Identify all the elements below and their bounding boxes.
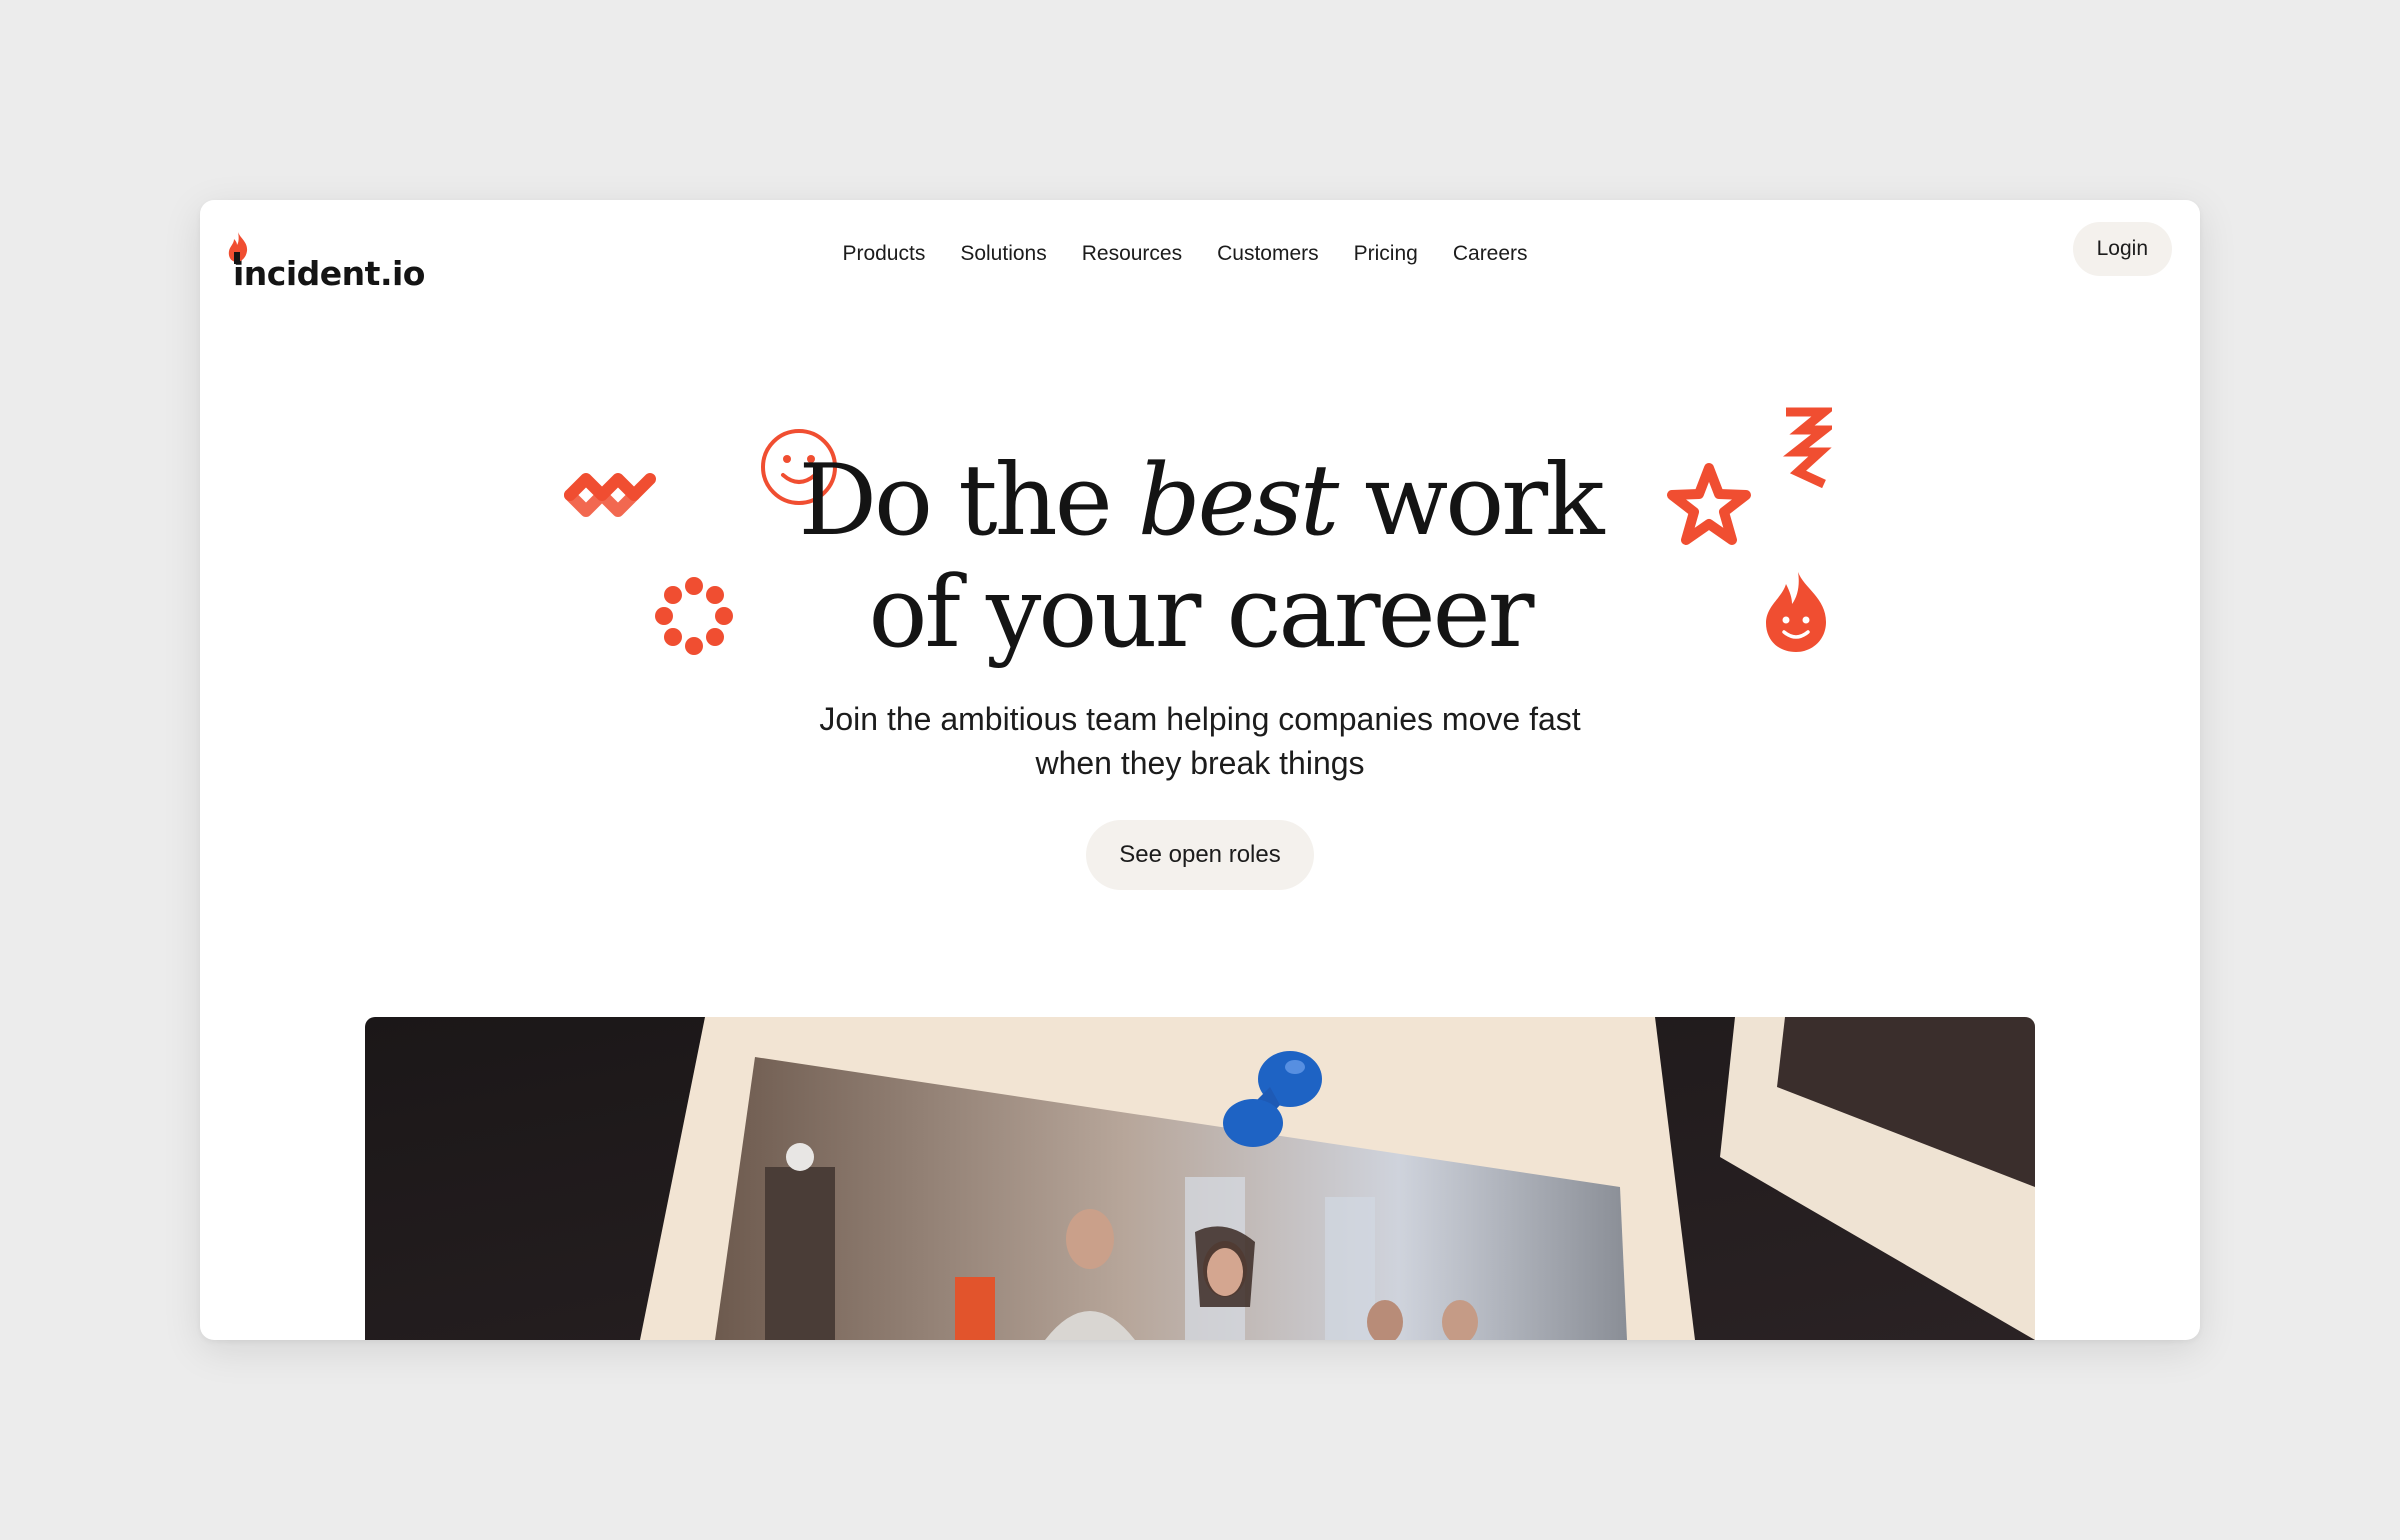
- nav-item-careers[interactable]: Careers: [1453, 242, 1528, 266]
- nav-item-pricing[interactable]: Pricing: [1354, 242, 1418, 266]
- nav-item-resources[interactable]: Resources: [1082, 242, 1182, 266]
- nav-item-solutions[interactable]: Solutions: [960, 242, 1046, 266]
- hero-title-emphasis: best: [1137, 444, 1339, 558]
- hero-subtitle: Join the ambitious team helping companie…: [200, 697, 2200, 785]
- nav-item-customers[interactable]: Customers: [1217, 242, 1319, 266]
- see-open-roles-button[interactable]: See open roles: [1086, 820, 1314, 890]
- nav-item-products[interactable]: Products: [842, 242, 925, 266]
- hero-title-line2: of your career: [868, 556, 1535, 670]
- hero-title: Do the best work of your career: [200, 445, 2200, 669]
- main-nav: Products Solutions Resources Customers P…: [200, 242, 2185, 266]
- hero-subtitle-line2: when they break things: [1035, 745, 1365, 781]
- team-photo-image: [365, 1017, 2035, 1340]
- hero-title-part1: Do the: [798, 444, 1138, 558]
- login-button[interactable]: Login: [2072, 222, 2172, 276]
- hero-title-part2: work: [1336, 444, 1604, 558]
- team-photo: [365, 1017, 2035, 1340]
- hero-subtitle-line1: Join the ambitious team helping companie…: [819, 701, 1581, 737]
- browser-window: incident.io Products Solutions Resources…: [200, 200, 2200, 1340]
